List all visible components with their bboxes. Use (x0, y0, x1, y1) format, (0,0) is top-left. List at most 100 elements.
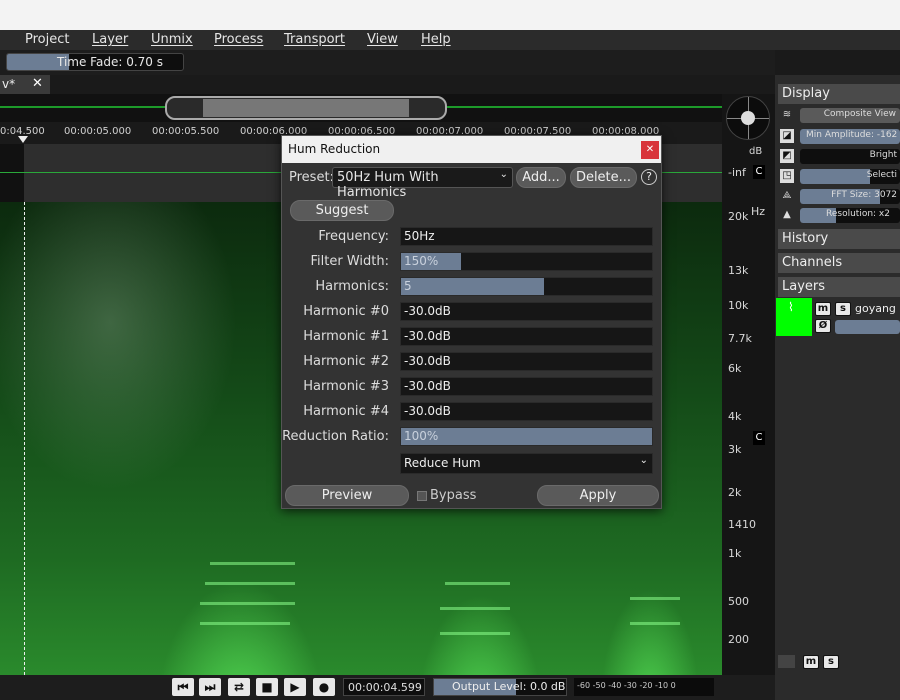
filter-width-slider[interactable]: 150% (400, 252, 653, 271)
reduction-ratio-label: Reduction Ratio: (282, 429, 389, 444)
selection-start-line (24, 202, 25, 675)
layer-item[interactable]: ⌇ m s goyang Ø (775, 298, 900, 338)
current-time-display[interactable]: 00:00:04.599 (343, 678, 425, 696)
layer-volume-slider[interactable] (835, 320, 900, 334)
skip-back-icon[interactable]: ⏮ (172, 678, 194, 696)
bypass-label: Bypass (430, 488, 477, 503)
output-level-label: Output Level: 0.0 dB (452, 680, 566, 693)
resolution-row: ▲ Resolution: x2 (778, 208, 900, 224)
harmonic-4-field[interactable]: -30.0dB (400, 402, 653, 421)
menu-layer[interactable]: Layer (92, 32, 128, 47)
selection-row: ◳ Selecti (778, 169, 900, 185)
help-icon[interactable]: ? (641, 169, 657, 185)
harmonic-4-label: Harmonic #4 (303, 404, 389, 419)
harmonic-2-label: Harmonic #2 (303, 354, 389, 369)
chevron-down-icon: ⌄ (639, 455, 648, 466)
tab-close-icon[interactable]: ✕ (32, 76, 43, 91)
waveform-icon: ⌇ (788, 300, 794, 314)
overview-scroll-thumb[interactable] (165, 96, 447, 120)
preset-add-button[interactable]: Add... (516, 167, 566, 188)
mode-select[interactable]: Reduce Hum ⌄ (400, 453, 653, 474)
preview-button[interactable]: Preview (285, 485, 409, 506)
harmonic-2-field[interactable]: -30.0dB (400, 352, 653, 371)
layer-solo-button[interactable]: s (835, 302, 851, 316)
selection-slider[interactable]: Selecti (800, 169, 900, 184)
amplitude-icon: ◪ (780, 129, 794, 143)
ruler-tick-label: 00:00:05.000 (64, 126, 132, 137)
composite-view-row: ≋ Composite View (778, 108, 900, 124)
brightness-icon: ◩ (780, 149, 794, 163)
time-fade-label: Time Fade: 0.70 s (57, 55, 163, 69)
global-solo-button[interactable]: s (823, 655, 839, 669)
freq-label: 200 (728, 633, 749, 646)
harmonic-band (440, 632, 510, 635)
layer-phase-button[interactable]: Ø (815, 319, 831, 333)
layers-panel-header[interactable]: Layers (778, 277, 900, 297)
min-amplitude-slider[interactable]: Min Amplitude: -162 (800, 129, 900, 144)
resolution-slider[interactable]: Resolution: x2 (800, 208, 900, 223)
skip-forward-icon[interactable]: ⏭ (199, 678, 221, 696)
selection-icon: ◳ (780, 169, 794, 183)
navigator-dial[interactable] (726, 96, 770, 140)
harmonic-band (630, 597, 680, 600)
chevron-down-icon: ⌄ (499, 169, 508, 180)
freq-label: 4k (728, 410, 742, 423)
freq-label: 500 (728, 595, 749, 608)
time-fade-slider[interactable]: Time Fade: 0.70 s (6, 53, 184, 71)
layer-mute-button[interactable]: m (815, 302, 831, 316)
clip-indicator[interactable]: C (753, 165, 765, 179)
dialog-title-bar[interactable]: Hum Reduction ✕ (282, 136, 661, 163)
layers-icon: ≋ (782, 109, 792, 120)
layer-add-button[interactable] (778, 655, 795, 668)
menu-unmix[interactable]: Unmix (151, 32, 193, 47)
clip-indicator[interactable]: C (753, 431, 765, 445)
output-level-slider[interactable]: Output Level: 0.0 dB (433, 678, 567, 696)
brightness-slider[interactable]: Bright (800, 149, 900, 164)
freq-label: 3k (728, 443, 742, 456)
loop-icon[interactable]: ⇄ (228, 678, 250, 696)
freq-label: 7.7k (728, 332, 752, 345)
harmonic-1-field[interactable]: -30.0dB (400, 327, 653, 346)
tab-label: v* (2, 77, 16, 91)
channels-panel-header[interactable]: Channels (778, 253, 900, 273)
menu-help[interactable]: Help (421, 32, 451, 47)
hum-reduction-dialog: Hum Reduction ✕ Preset: 50Hz Hum With Ha… (281, 135, 662, 509)
harmonics-label: Harmonics: (315, 279, 389, 294)
display-panel-header[interactable]: Display (778, 84, 900, 104)
menu-transport[interactable]: Transport (284, 32, 345, 47)
composite-view-button[interactable]: Composite View (800, 108, 900, 123)
db-label: dB (749, 146, 763, 157)
apply-button[interactable]: Apply (537, 485, 659, 506)
brightness-row: ◩ Bright (778, 149, 900, 165)
dialog-close-icon[interactable]: ✕ (641, 141, 659, 159)
menu-process[interactable]: Process (214, 32, 263, 47)
play-icon[interactable]: ▶ (284, 678, 306, 696)
record-icon[interactable]: ● (313, 678, 335, 696)
reduction-ratio-slider[interactable]: 100% (400, 427, 653, 446)
harmonic-3-label: Harmonic #3 (303, 379, 389, 394)
freq-label: 6k (728, 362, 742, 375)
hz-label: Hz (751, 205, 766, 218)
harmonic-3-field[interactable]: -30.0dB (400, 377, 653, 396)
suggest-button[interactable]: Suggest (290, 200, 394, 221)
menu-project[interactable]: Project (25, 32, 69, 47)
history-panel-header[interactable]: History (778, 229, 900, 249)
menu-bar: Project Layer Unmix Process Transport Vi… (0, 30, 900, 50)
bypass-checkbox[interactable] (417, 491, 427, 501)
overview-bar[interactable] (0, 94, 722, 122)
document-tab[interactable]: v* ✕ (0, 75, 50, 94)
preset-select[interactable]: 50Hz Hum With Harmonics ⌄ (332, 167, 513, 200)
global-mute-button[interactable]: m (803, 655, 819, 669)
playhead-marker-icon[interactable] (18, 136, 28, 143)
freq-label: 10k (728, 299, 749, 312)
frequency-label: Frequency: (318, 229, 389, 244)
frequency-field[interactable]: 50Hz (400, 227, 653, 246)
preset-delete-button[interactable]: Delete... (570, 167, 637, 188)
harmonics-slider[interactable]: 5 (400, 277, 653, 296)
menu-view[interactable]: View (367, 32, 398, 47)
harmonic-0-field[interactable]: -30.0dB (400, 302, 653, 321)
transport-bar: ⏮ ⏭ ⇄ ■ ▶ ● 00:00:04.599 Output Level: 0… (0, 675, 775, 700)
stop-icon[interactable]: ■ (256, 678, 278, 696)
fft-size-slider[interactable]: FFT Size: 3072 (800, 189, 900, 204)
harmonic-band (440, 607, 510, 610)
